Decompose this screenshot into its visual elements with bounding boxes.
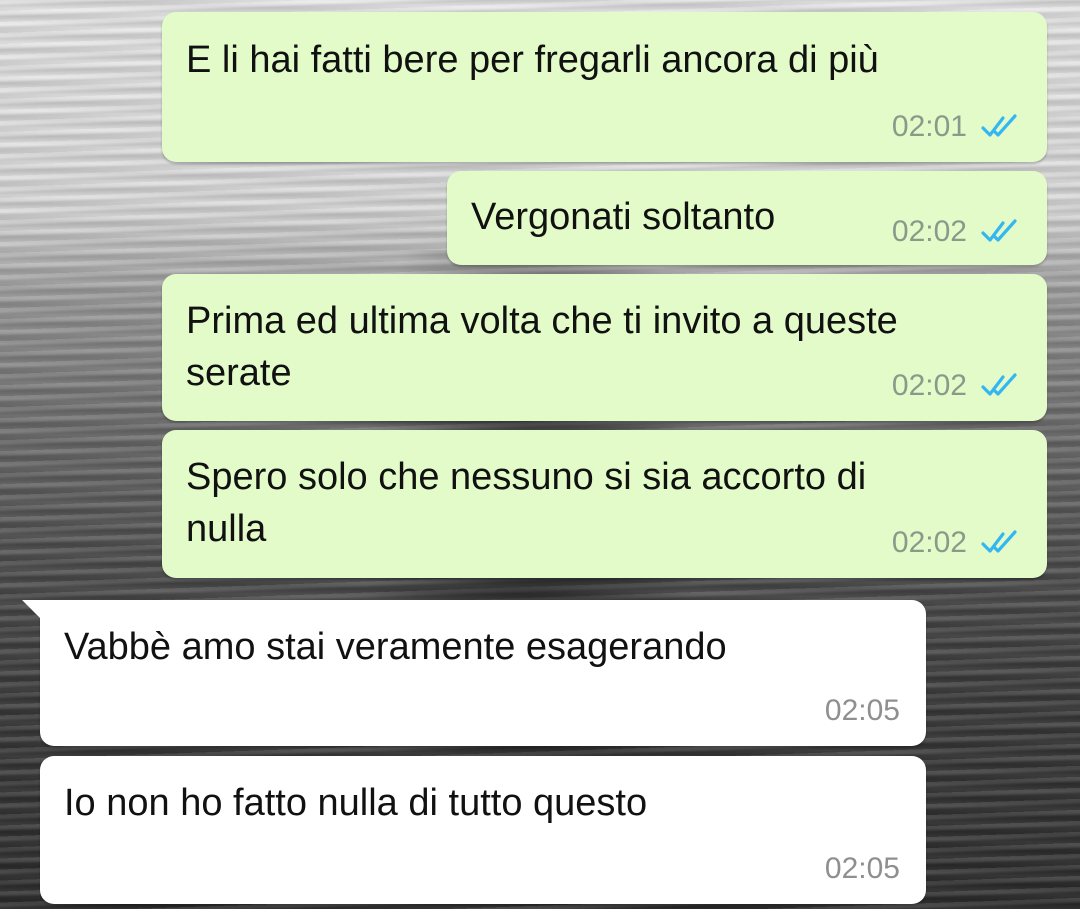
double-check-icon (981, 219, 1021, 245)
outgoing-message[interactable]: E li hai fatti bere per fregarli ancora … (162, 12, 1047, 162)
incoming-message[interactable]: Io non ho fatto nulla di tutto questo 02… (40, 756, 926, 904)
outgoing-message[interactable]: Prima ed ultima volta che ti invito a qu… (162, 274, 1047, 421)
message-text-line: Prima ed ultima volta che ti invito a qu… (186, 300, 898, 342)
double-check-icon (981, 114, 1021, 140)
message-meta: 02:02 (892, 215, 1021, 249)
message-text-line: Spero solo che nessuno si sia accorto di (186, 456, 867, 498)
message-text-line: serate (186, 352, 292, 394)
message-time: 02:01 (891, 110, 967, 143)
outgoing-message[interactable]: Vergonati soltanto 02:02 (447, 171, 1047, 265)
incoming-message[interactable]: Vabbè amo stai veramente esagerando 02:0… (22, 600, 926, 746)
message-meta: 02:02 (892, 369, 1021, 403)
message-time: 02:02 (891, 369, 967, 402)
message-text: Vergonati soltanto (471, 196, 776, 238)
message-text: E li hai fatti bere per fregarli ancora … (186, 39, 879, 81)
message-meta: 02:02 (892, 526, 1021, 560)
double-check-icon (981, 373, 1021, 399)
message-text: Io non ho fatto nulla di tutto questo (64, 782, 648, 824)
bubble-tail (22, 600, 48, 626)
message-meta: 02:05 (825, 694, 900, 728)
message-meta: 02:05 (825, 852, 900, 886)
message-meta: 02:01 (892, 110, 1021, 144)
message-time: 02:05 (824, 694, 900, 727)
message-time: 02:02 (891, 526, 967, 559)
outgoing-message[interactable]: Spero solo che nessuno si sia accorto di… (162, 430, 1047, 578)
message-text-line: nulla (186, 508, 267, 550)
message-text: Vabbè amo stai veramente esagerando (64, 626, 727, 668)
message-time: 02:05 (824, 852, 900, 885)
message-time: 02:02 (891, 215, 967, 248)
double-check-icon (981, 530, 1021, 556)
